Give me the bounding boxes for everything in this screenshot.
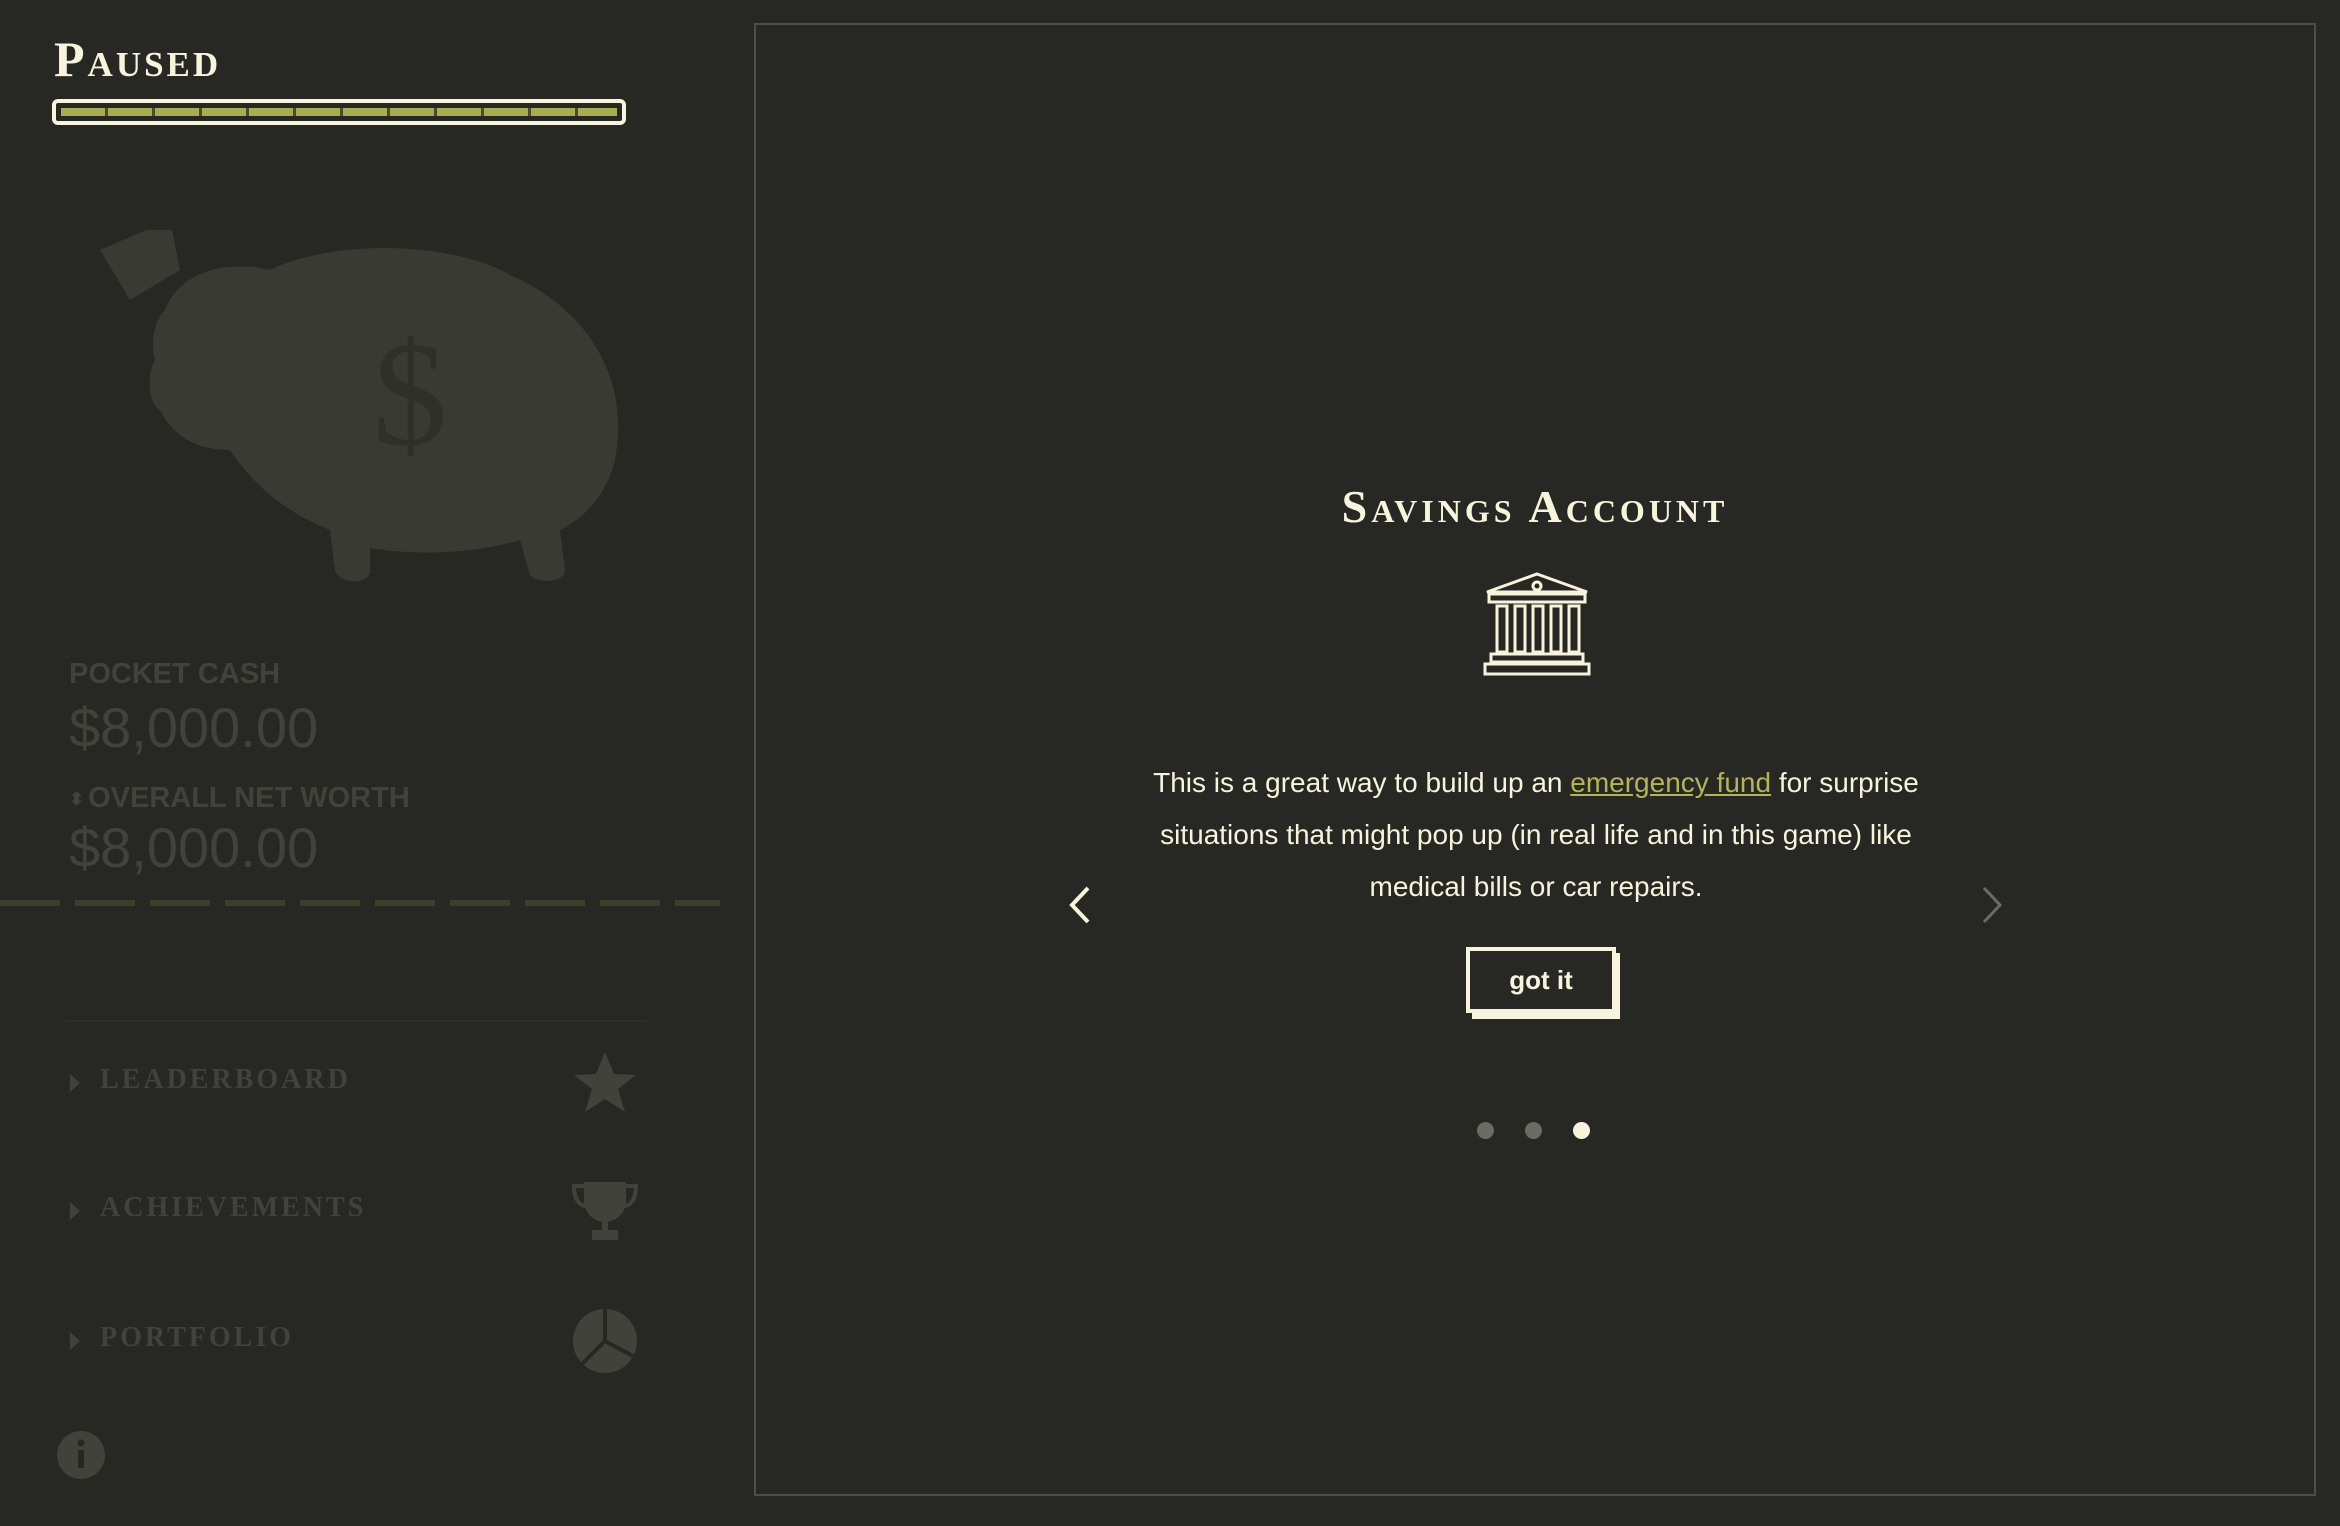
- bank-icon: [1483, 572, 1591, 676]
- next-arrow-icon[interactable]: [1976, 880, 2006, 930]
- card-description: This is a great way to build up an emerg…: [1136, 757, 1936, 913]
- paused-title: Paused: [54, 31, 222, 87]
- got-it-button-wrapper: got it: [1466, 947, 1626, 1027]
- emergency-fund-link[interactable]: emergency fund: [1570, 767, 1771, 798]
- svg-text:$: $: [373, 311, 448, 477]
- caret-right-icon: [70, 1202, 80, 1220]
- pie-chart-icon: [573, 1309, 637, 1373]
- divider-dashed: [0, 900, 720, 906]
- sort-icon: ⬍: [69, 788, 85, 809]
- caret-right-icon: [70, 1074, 80, 1092]
- page-dot-3[interactable]: [1573, 1122, 1590, 1139]
- sidebar-item-label: ACHIEVEMENTS: [100, 1192, 367, 1223]
- progress-fill: [61, 108, 617, 116]
- pagination-dots: [1477, 1122, 1597, 1142]
- pocket-cash-value: $8,000.00: [69, 696, 319, 759]
- got-it-button[interactable]: got it: [1466, 947, 1616, 1013]
- divider: [66, 1020, 646, 1022]
- sidebar-item-portfolio[interactable]: PORTFOLIO: [70, 1306, 650, 1376]
- sidebar-item-label: PORTFOLIO: [100, 1322, 295, 1353]
- page-dot-2[interactable]: [1525, 1122, 1542, 1139]
- previous-arrow-icon[interactable]: [1066, 880, 1096, 930]
- net-worth-label[interactable]: ⬍ OVERALL NET WORTH: [69, 782, 410, 815]
- sidebar-item-leaderboard[interactable]: LEADERBOARD: [70, 1048, 650, 1118]
- app-window: Paused $ POCKET CASH $8,000.00 ⬍ OVERALL …: [0, 0, 2340, 1526]
- net-worth-label-text: OVERALL NET WORTH: [88, 782, 410, 814]
- piggy-bank-icon: $: [100, 230, 619, 582]
- star-icon: [574, 1052, 636, 1112]
- pocket-cash-label: POCKET CASH: [69, 658, 281, 690]
- card-title: Savings Account: [1341, 481, 1729, 532]
- sidebar-item-label: LEADERBOARD: [100, 1064, 351, 1095]
- card-text-before: This is a great way to build up an: [1153, 767, 1571, 798]
- trophy-icon: [571, 1182, 639, 1240]
- caret-right-icon: [70, 1332, 80, 1350]
- page-dot-1[interactable]: [1477, 1122, 1494, 1139]
- sidebar: Paused $ POCKET CASH $8,000.00 ⬍ OVERALL …: [0, 0, 740, 1526]
- net-worth-value: $8,000.00: [69, 816, 319, 879]
- info-card-panel: Savings Account This is a great way to b…: [754, 23, 2316, 1496]
- progress-bar: [52, 99, 626, 125]
- info-icon[interactable]: [56, 1430, 106, 1480]
- sidebar-item-achievements[interactable]: ACHIEVEMENTS: [70, 1176, 650, 1246]
